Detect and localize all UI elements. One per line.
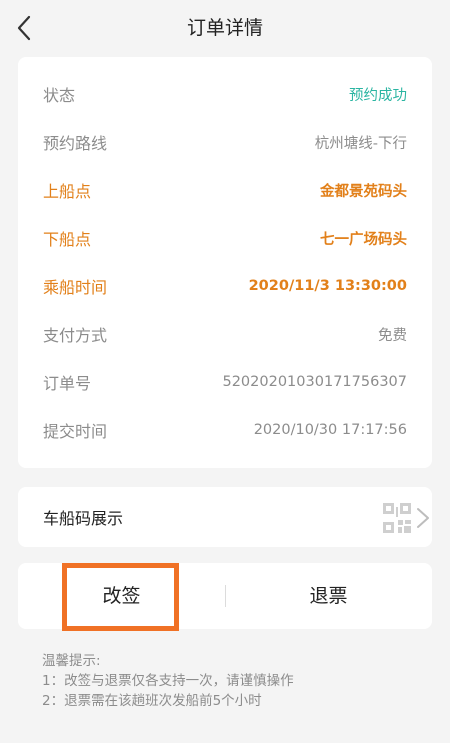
chevron-right-icon bbox=[417, 508, 429, 528]
action-bar: 改签 退票 bbox=[18, 563, 432, 629]
detail-row-submit-time: 提交时间 2020/10/30 17:17:56 bbox=[43, 418, 407, 442]
detail-label: 乘船时间 bbox=[43, 278, 108, 297]
detail-value: 52020201030171756307 bbox=[222, 374, 407, 390]
detail-value: 2020/10/30 17:17:56 bbox=[253, 422, 407, 438]
detail-row-order-number: 订单号 52020201030171756307 bbox=[43, 370, 407, 394]
detail-value: 免费 bbox=[378, 327, 407, 344]
detail-row-alighting: 下船点 七一广场码头 bbox=[43, 226, 407, 250]
detail-value: 金都景苑码头 bbox=[320, 183, 407, 200]
detail-label: 上船点 bbox=[43, 182, 92, 201]
header-bar: 订单详情 bbox=[0, 0, 450, 56]
detail-label: 订单号 bbox=[43, 374, 92, 393]
detail-label: 预约路线 bbox=[43, 134, 108, 153]
detail-row-departure-time: 乘船时间 2020/11/3 13:30:00 bbox=[43, 274, 407, 298]
qr-code-icon bbox=[383, 503, 411, 533]
detail-row-payment: 支付方式 免费 bbox=[43, 322, 407, 346]
detail-value: 2020/11/3 13:30:00 bbox=[248, 278, 407, 294]
tips-line: 1：改签与退票仅各支持一次，请谨慎操作 bbox=[42, 673, 294, 689]
detail-value: 七一广场码头 bbox=[320, 231, 407, 248]
page-title: 订单详情 bbox=[186, 17, 263, 39]
detail-row-route: 预约路线 杭州塘线-下行 bbox=[43, 130, 407, 154]
tips-line: 2：退票需在该趟班次发船前5个小时 bbox=[42, 693, 262, 709]
detail-label: 状态 bbox=[43, 86, 76, 105]
refund-button[interactable]: 退票 bbox=[225, 563, 432, 629]
detail-row-status: 状态 预约成功 bbox=[43, 82, 407, 106]
tips-title: 温馨提示: bbox=[42, 653, 101, 669]
chevron-left-icon bbox=[17, 15, 31, 41]
detail-label: 支付方式 bbox=[43, 326, 108, 345]
detail-row-boarding: 上船点 金都景苑码头 bbox=[43, 178, 407, 202]
tips-section: 温馨提示: 1：改签与退票仅各支持一次，请谨慎操作 2：退票需在该趟班次发船前5… bbox=[42, 651, 294, 711]
qr-code-entry[interactable]: 车船码展示 bbox=[18, 487, 432, 547]
change-ticket-button[interactable]: 改签 bbox=[18, 563, 225, 629]
detail-label: 提交时间 bbox=[43, 422, 108, 441]
qr-code-label: 车船码展示 bbox=[43, 509, 124, 528]
back-button[interactable] bbox=[10, 14, 38, 42]
order-detail-card: 状态 预约成功 预约路线 杭州塘线-下行 上船点 金都景苑码头 下船点 七一广场… bbox=[18, 57, 432, 468]
detail-label: 下船点 bbox=[43, 230, 92, 249]
detail-value: 杭州塘线-下行 bbox=[314, 135, 407, 152]
status-value: 预约成功 bbox=[349, 87, 407, 104]
